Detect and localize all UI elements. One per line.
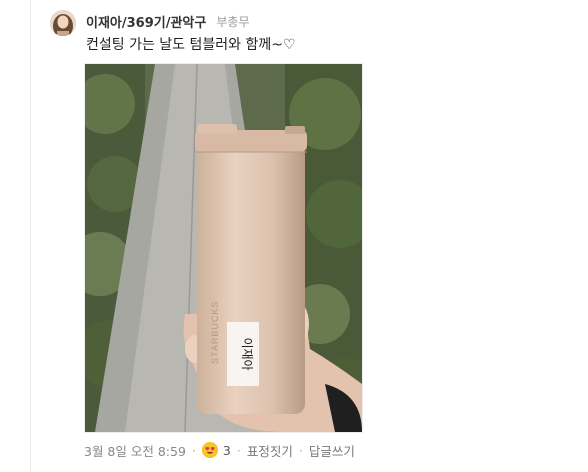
avatar[interactable] — [50, 10, 76, 36]
separator: · — [236, 442, 241, 458]
svg-text:STARBUCKS: STARBUCKS — [210, 301, 220, 364]
author-line: 이재아/369기/관악구 부총무 — [86, 10, 249, 32]
separator: · — [191, 442, 196, 458]
reply-link[interactable]: 답글쓰기 — [309, 441, 355, 460]
react-link[interactable]: 표정짓기 — [247, 441, 293, 460]
heart-eyes-emoji-icon[interactable] — [201, 442, 218, 458]
separator: · — [298, 442, 303, 458]
comment-date: 3월 8일 오전 8:59 — [84, 443, 186, 459]
comment-text: 컨설팅 가는 날도 텀블러와 함께~♡ — [86, 37, 296, 53]
reaction-count[interactable]: 3 — [223, 443, 231, 458]
author-name[interactable]: 이재아/369기/관악구 — [86, 12, 206, 31]
svg-text:이재아: 이재아 — [240, 337, 254, 370]
author-rank: 부총무 — [216, 14, 250, 29]
attached-photo[interactable]: STARBUCKS 이재아 — [84, 63, 363, 433]
thread-divider — [30, 0, 31, 472]
comment-meta: 3월 8일 오전 8:59 · 3 · 표정짓기 · 답글쓰기 — [84, 440, 355, 460]
